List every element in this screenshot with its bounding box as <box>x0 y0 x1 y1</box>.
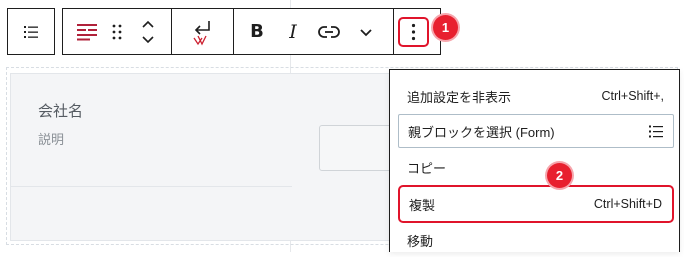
chevron-updown-icon <box>142 20 154 43</box>
link-icon <box>318 25 340 38</box>
block-options-menu: 追加設定を非表示 Ctrl+Shift+, 親ブロックを選択 (Form) コピ… <box>389 69 680 252</box>
menu-item-label: 追加設定を非表示 <box>407 89 512 105</box>
return-arrow-icon <box>193 20 210 45</box>
form-fields-icon <box>77 23 97 40</box>
block-type-button[interactable] <box>72 9 102 54</box>
menu-item-select-parent[interactable]: 親ブロックを選択 (Form) <box>398 114 674 148</box>
drag-dots-icon <box>112 24 122 39</box>
field-description[interactable]: 説明 <box>38 129 64 148</box>
menu-item-label: コピー <box>407 160 447 176</box>
list-view-button[interactable] <box>7 9 55 54</box>
toolbar-separator <box>233 9 234 54</box>
drag-handle[interactable] <box>106 9 128 54</box>
options-button[interactable] <box>398 17 429 47</box>
menu-item-label: 移動 <box>407 233 434 249</box>
menu-item-duplicate[interactable]: 複製 Ctrl+Shift+D <box>398 185 674 223</box>
more-formats-button[interactable] <box>352 9 380 54</box>
toolbar-separator <box>393 9 394 54</box>
menu-item-copy[interactable]: コピー <box>398 150 674 184</box>
shortcut-text: Ctrl+Shift+D <box>593 197 662 211</box>
vertical-ellipsis-icon <box>411 23 416 41</box>
row-divider <box>10 186 292 187</box>
menu-item-label: 複製 <box>409 197 436 213</box>
menu-item-label: 親ブロックを選択 (Form) <box>408 124 555 140</box>
toolbar-separator <box>171 9 172 54</box>
field-label[interactable]: 会社名 <box>38 100 83 121</box>
italic-button[interactable]: I <box>279 9 307 54</box>
bold-label: B <box>250 21 264 42</box>
step-badge-1: 1 <box>433 15 458 40</box>
italic-label: I <box>289 20 297 43</box>
step-badge-2: 2 <box>547 163 572 188</box>
move-up-down[interactable] <box>134 9 162 54</box>
list-icon <box>649 125 663 137</box>
select-parent-button[interactable] <box>181 9 223 54</box>
menu-item-hide-settings[interactable]: 追加設定を非表示 Ctrl+Shift+, <box>398 79 674 113</box>
chevron-down-icon <box>360 28 372 36</box>
link-button[interactable] <box>314 9 344 54</box>
bold-button[interactable]: B <box>243 9 271 54</box>
shortcut-text: Ctrl+Shift+, <box>601 89 664 103</box>
list-icon <box>24 25 38 38</box>
